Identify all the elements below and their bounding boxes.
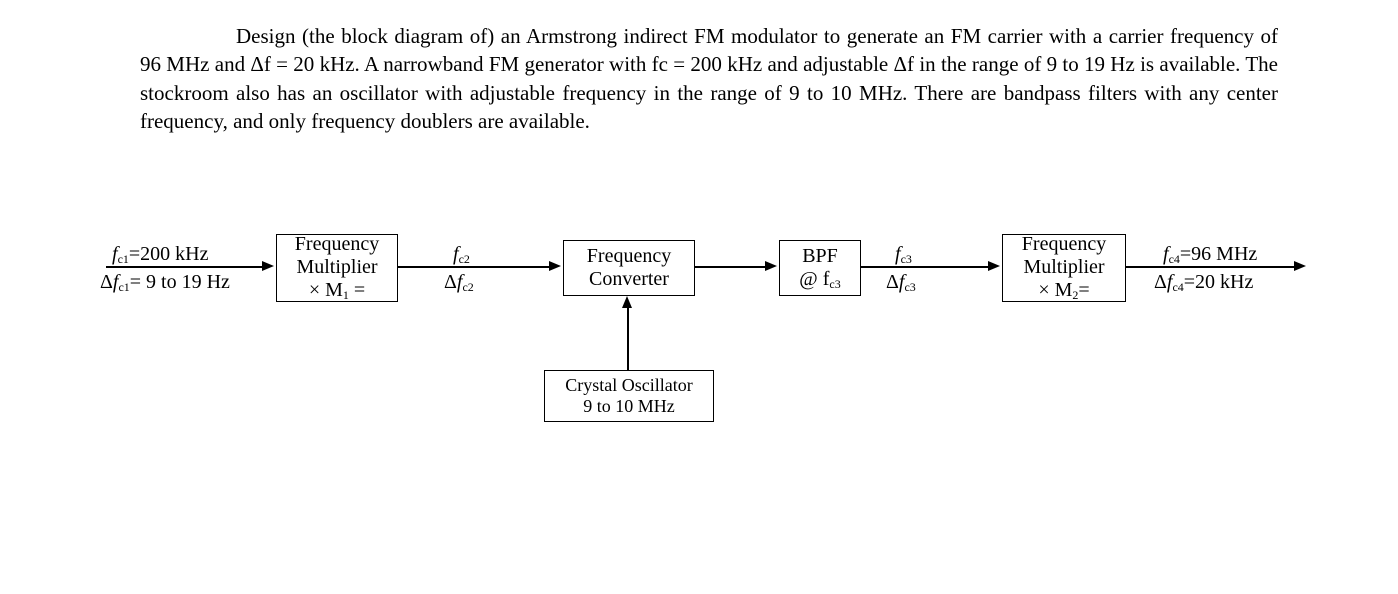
- sig2-fc: fc2: [453, 244, 470, 266]
- frequency-converter: Frequency Converter: [563, 240, 695, 296]
- sig2-df: Δfc2: [444, 272, 474, 294]
- conv-l1: Frequency: [587, 245, 671, 268]
- conv-l2: Converter: [589, 268, 669, 291]
- mult2-l2: Multiplier: [1023, 256, 1104, 279]
- mult2-l1: Frequency: [1022, 233, 1106, 256]
- mult1-l2: Multiplier: [296, 256, 377, 279]
- freq-multiplier-1: Frequency Multiplier × M1 =: [276, 234, 398, 302]
- sig3-fc: fc3: [895, 244, 912, 266]
- mult2-l3: × M2=: [1038, 279, 1089, 303]
- mult1-l1: Frequency: [295, 233, 379, 256]
- osc-l2: 9 to 10 MHz: [583, 396, 675, 417]
- block-diagram: fc1=200 kHz Δfc1= 9 to 19 Hz Frequency M…: [100, 230, 1320, 450]
- bpf-l2: @ fc3: [799, 268, 840, 292]
- sig4-df: Δfc4=20 kHz: [1154, 272, 1253, 294]
- crystal-oscillator: Crystal Oscillator 9 to 10 MHz: [544, 370, 714, 422]
- sig4-fc: fc4=96 MHz: [1163, 244, 1257, 266]
- bandpass-filter: BPF @ fc3: [779, 240, 861, 296]
- bpf-l1: BPF: [802, 245, 838, 268]
- mult1-l3: × M1 =: [309, 279, 365, 303]
- sig1-df: Δfc1= 9 to 19 Hz: [100, 271, 230, 293]
- freq-multiplier-2: Frequency Multiplier × M2=: [1002, 234, 1126, 302]
- sig3-df: Δfc3: [886, 272, 916, 294]
- sig1-fc: fc1=200 kHz: [112, 243, 209, 265]
- problem-statement: Design (the block diagram of) an Armstro…: [140, 22, 1278, 135]
- osc-l1: Crystal Oscillator: [565, 375, 692, 396]
